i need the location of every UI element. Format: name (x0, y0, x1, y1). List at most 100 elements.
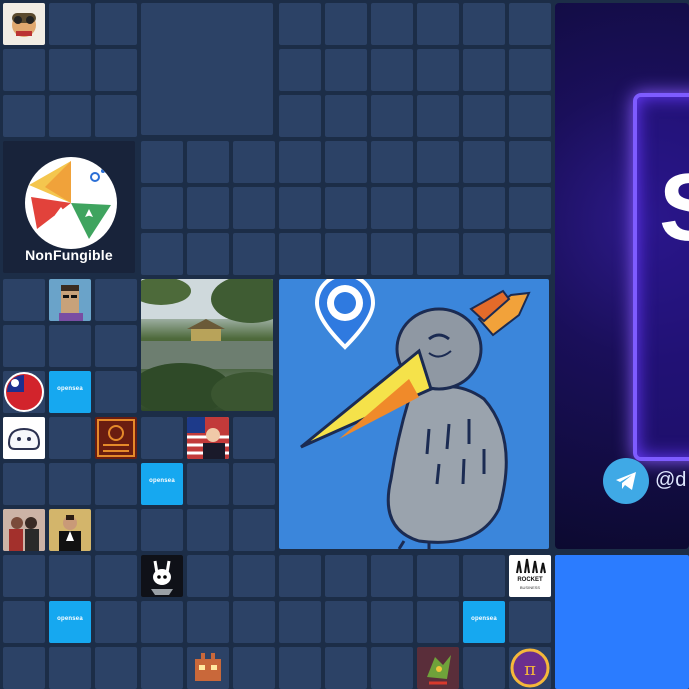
empty-grid-cell[interactable] (3, 49, 45, 91)
empty-grid-cell[interactable] (141, 647, 183, 689)
empty-grid-cell[interactable] (49, 647, 91, 689)
empty-grid-cell[interactable] (95, 647, 137, 689)
empty-grid-cell[interactable] (95, 95, 137, 137)
empty-grid-cell[interactable] (279, 95, 321, 137)
empty-grid-cell[interactable] (49, 463, 91, 505)
empty-grid-cell[interactable] (325, 3, 367, 45)
kinkakuji-photo-tile[interactable] (141, 279, 273, 411)
empty-grid-cell[interactable] (279, 233, 321, 275)
brand-logo-tile[interactable] (95, 417, 137, 459)
empty-grid-cell[interactable] (463, 3, 505, 45)
empty-grid-cell[interactable] (325, 95, 367, 137)
empty-grid-cell[interactable] (417, 233, 459, 275)
empty-grid-cell[interactable] (49, 417, 91, 459)
empty-grid-cell[interactable] (3, 601, 45, 643)
empty-grid-cell[interactable] (509, 141, 551, 183)
empty-grid-cell[interactable] (141, 509, 183, 551)
empty-grid-cell[interactable] (417, 601, 459, 643)
empty-grid-cell[interactable] (233, 601, 275, 643)
nonfungible-logo-tile[interactable]: NonFungible (3, 141, 135, 273)
avatar-tile-portrait[interactable] (187, 417, 229, 459)
empty-grid-cell[interactable] (95, 3, 137, 45)
empty-grid-cell[interactable] (187, 463, 229, 505)
empty-grid-cell[interactable] (3, 555, 45, 597)
empty-grid-cell[interactable] (509, 95, 551, 137)
empty-grid-cell[interactable] (141, 601, 183, 643)
empty-grid-cell[interactable] (371, 601, 413, 643)
avatar-tile-helmet[interactable] (3, 3, 45, 45)
empty-grid-cell[interactable] (95, 555, 137, 597)
empty-grid-cell[interactable] (233, 233, 275, 275)
empty-grid-cell[interactable] (187, 601, 229, 643)
empty-grid-cell[interactable] (233, 555, 275, 597)
empty-grid-cell[interactable] (417, 3, 459, 45)
empty-grid-cell[interactable] (509, 187, 551, 229)
empty-grid-cell[interactable] (95, 279, 137, 321)
empty-grid-cell[interactable] (463, 49, 505, 91)
avatar-tile-couple[interactable] (3, 509, 45, 551)
empty-grid-cell[interactable] (187, 555, 229, 597)
empty-grid-cell[interactable] (509, 233, 551, 275)
empty-grid-cell[interactable] (325, 187, 367, 229)
empty-grid-cell[interactable] (509, 49, 551, 91)
avatar-tile-tuxedo[interactable] (49, 509, 91, 551)
empty-grid-cell[interactable] (233, 187, 275, 229)
empty-grid-cell[interactable] (233, 141, 275, 183)
empty-grid-cell[interactable] (3, 647, 45, 689)
empty-grid-cell[interactable] (279, 187, 321, 229)
empty-grid-cell[interactable] (141, 187, 183, 229)
empty-grid-cell[interactable] (371, 233, 413, 275)
empty-grid-cell[interactable] (463, 141, 505, 183)
empty-grid-cell[interactable] (95, 509, 137, 551)
empty-grid-cell[interactable] (325, 49, 367, 91)
dragon-avatar-tile[interactable] (417, 647, 459, 689)
robot-avatar-tile[interactable] (187, 647, 229, 689)
opensea-badge-tile[interactable]: opensea (463, 601, 505, 643)
empty-grid-cell[interactable] (509, 3, 551, 45)
empty-grid-cell[interactable] (95, 325, 137, 367)
empty-grid-cell[interactable] (371, 187, 413, 229)
empty-grid-cell[interactable] (49, 49, 91, 91)
empty-grid-cell[interactable] (279, 647, 321, 689)
empty-grid-cell[interactable] (325, 233, 367, 275)
empty-grid-cell[interactable] (141, 233, 183, 275)
empty-grid-cell[interactable] (325, 601, 367, 643)
empty-grid-cell[interactable] (49, 3, 91, 45)
empty-grid-cell[interactable] (233, 417, 275, 459)
empty-grid-cell[interactable] (325, 141, 367, 183)
rocket-business-tile[interactable]: ROCKET BUSINESS (509, 555, 551, 597)
empty-grid-cell[interactable] (49, 555, 91, 597)
empty-grid-cell[interactable] (325, 647, 367, 689)
empty-grid-cell[interactable] (463, 233, 505, 275)
empty-grid-cell[interactable] (233, 509, 275, 551)
empty-grid-cell[interactable] (141, 417, 183, 459)
opensea-badge-tile[interactable]: opensea (49, 371, 91, 413)
empty-grid-cell[interactable] (463, 95, 505, 137)
avatar-tile-cloud[interactable] (3, 417, 45, 459)
empty-grid-cell[interactable] (3, 463, 45, 505)
empty-grid-cell[interactable] (371, 141, 413, 183)
empty-grid-cell[interactable] (95, 601, 137, 643)
empty-grid-cell[interactable] (3, 325, 45, 367)
empty-grid-cell[interactable] (279, 49, 321, 91)
empty-grid-cell[interactable] (279, 601, 321, 643)
pi-network-tile[interactable]: π (509, 647, 551, 689)
opensea-badge-tile[interactable]: opensea (49, 601, 91, 643)
avatar-tile-flag[interactable] (3, 371, 45, 413)
empty-grid-cell[interactable] (417, 555, 459, 597)
empty-grid-cell[interactable] (3, 95, 45, 137)
avatar-tile-punk[interactable] (49, 279, 91, 321)
empty-grid-cell[interactable] (49, 325, 91, 367)
empty-grid-cell[interactable] (95, 49, 137, 91)
empty-grid-cell[interactable] (371, 647, 413, 689)
empty-grid-cell[interactable] (279, 141, 321, 183)
empty-grid-cell[interactable] (417, 95, 459, 137)
empty-grid-cell[interactable] (417, 141, 459, 183)
empty-grid-cell[interactable] (3, 279, 45, 321)
empty-grid-cell[interactable] (463, 555, 505, 597)
empty-grid-cell[interactable] (279, 3, 321, 45)
empty-grid-cell[interactable] (371, 555, 413, 597)
empty-large-plot[interactable] (141, 3, 273, 135)
empty-grid-cell[interactable] (187, 141, 229, 183)
empty-grid-cell[interactable] (417, 49, 459, 91)
